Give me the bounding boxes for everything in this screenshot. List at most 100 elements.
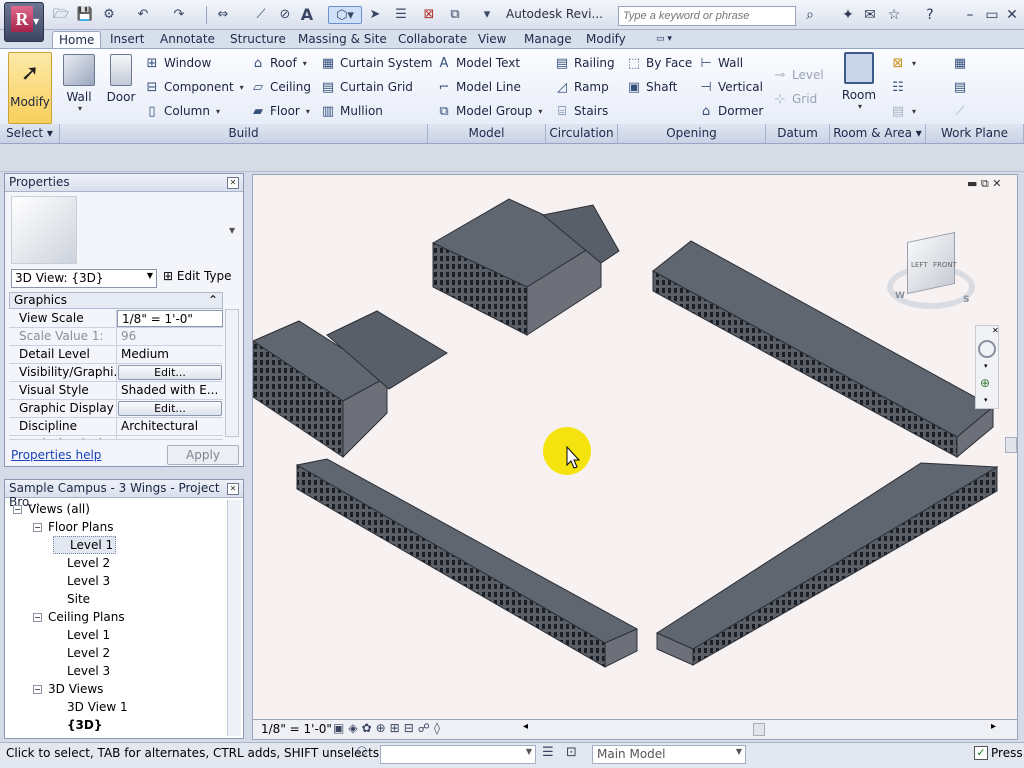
building-north[interactable]	[431, 198, 620, 336]
minimize-icon[interactable]: –	[960, 5, 980, 25]
window-button[interactable]: ⊞ Window	[144, 52, 212, 74]
collapse-toggle-icon[interactable]: −	[33, 522, 42, 532]
workset-select[interactable]: ▼	[380, 745, 536, 764]
model-text-button[interactable]: A Model Text	[436, 52, 521, 74]
wall-button[interactable]: Wall ▾	[62, 54, 96, 113]
design-options-icon[interactable]: ☰	[542, 745, 554, 760]
building-southeast-wing[interactable]	[655, 462, 999, 666]
thin-lines-icon[interactable]: ☰	[392, 6, 410, 24]
3d-view-canvas[interactable]: ▬ ⧉ ✕ LEFT FRONT W S ✕ ▾ ⊕ ▾	[252, 174, 1018, 720]
model-line-button[interactable]: ⌐ Model Line	[436, 76, 521, 98]
browser-node[interactable]: − Views (all)	[13, 500, 90, 518]
curtain-grid-button[interactable]: ▤ Curtain Grid	[320, 76, 413, 98]
sync-icon[interactable]: ⚙	[100, 6, 118, 24]
undo-icon[interactable]: ↶	[134, 6, 152, 24]
building-southwest-wing[interactable]	[295, 458, 639, 668]
close-hidden-windows-icon[interactable]: ⊠	[420, 6, 438, 24]
favorites-icon[interactable]: ☆	[884, 5, 904, 25]
press-drag-checkbox[interactable]: ✓	[974, 746, 988, 760]
communication-icon[interactable]: ✉	[860, 5, 880, 25]
application-menu-button[interactable]: R ▼	[4, 2, 44, 42]
browser-node[interactable]: −3D Views	[33, 680, 103, 698]
building-west[interactable]	[253, 310, 448, 459]
scrollbar[interactable]	[227, 500, 241, 736]
tab-massing-site[interactable]: Massing & Site	[292, 31, 393, 48]
tab-home[interactable]: Home	[52, 31, 102, 48]
chevron-down-icon[interactable]: ▾	[984, 362, 988, 370]
tab-collaborate[interactable]: Collaborate	[392, 31, 473, 48]
browser-node[interactable]: Level 3	[53, 572, 110, 590]
close-icon[interactable]: ✕	[1002, 5, 1022, 25]
tab-annotate[interactable]: Annotate	[154, 31, 221, 48]
search-input[interactable]	[618, 6, 796, 26]
collapse-toggle-icon[interactable]: −	[33, 684, 42, 694]
panel-select[interactable]: Select ▾	[0, 124, 60, 143]
browser-node[interactable]: {3D}	[53, 716, 102, 734]
level-button[interactable]: ⊸ Level	[772, 64, 824, 86]
scrollbar[interactable]	[225, 309, 239, 437]
floor-button[interactable]: ▰ Floor ▾	[250, 100, 310, 122]
viewcube-front-face[interactable]: FRONT	[933, 261, 957, 269]
door-button[interactable]: Door	[104, 54, 138, 104]
measure-icon[interactable]: ⟋	[252, 6, 270, 24]
redo-icon[interactable]: ↷	[170, 6, 188, 24]
area-button[interactable]: ☷	[890, 76, 906, 98]
help-icon[interactable]: ?	[920, 5, 940, 25]
vertical-button[interactable]: ⊣ Vertical	[698, 76, 763, 98]
steering-wheel-icon[interactable]	[978, 340, 996, 358]
set-work-plane-button[interactable]: ▦	[952, 52, 968, 74]
close-icon[interactable]: ✕	[227, 483, 239, 495]
viewer-button[interactable]: ⟋	[952, 100, 968, 122]
tab-modify[interactable]: Modify	[580, 31, 632, 48]
dormer-button[interactable]: ⌂ Dormer	[698, 100, 763, 122]
group-graphics[interactable]: Graphics ⌃	[9, 292, 223, 309]
browser-node[interactable]: Level 1	[53, 626, 110, 644]
view-control-icons[interactable]: ▣◈✿⊕⊞⊟☍◊	[333, 721, 444, 735]
editable-only-icon[interactable]: ⊡	[566, 745, 577, 760]
view-scale-label[interactable]: 1/8" = 1'-0"	[261, 722, 332, 736]
discipline-field[interactable]: Architectural	[117, 418, 223, 435]
area-tag-button[interactable]: ▤ ▾	[890, 100, 916, 122]
browser-node[interactable]: − Ceiling Plans	[33, 608, 125, 626]
close-icon[interactable]: ✕	[227, 177, 239, 189]
graphic-display-edit-button[interactable]: Edit...	[118, 401, 222, 416]
align-icon[interactable]: ⇔	[214, 6, 232, 24]
component-button[interactable]: ⊟ Component ▾	[144, 76, 244, 98]
customize-qat-icon[interactable]: ▾	[478, 6, 496, 24]
maximize-icon[interactable]: ▭	[982, 5, 1002, 25]
mullion-button[interactable]: ▥ Mullion	[320, 100, 383, 122]
properties-help-link[interactable]: Properties help	[11, 448, 101, 462]
collapse-toggle-icon[interactable]: −	[13, 504, 22, 514]
scroll-right-icon[interactable]: ▸	[991, 721, 996, 732]
worksets-icon[interactable]: ⚇	[356, 745, 368, 760]
tab-view[interactable]: View	[472, 31, 512, 48]
scroll-left-icon[interactable]: ◂	[523, 721, 528, 732]
room-button[interactable]: Room ▾	[838, 52, 880, 111]
roof-button[interactable]: ⌂ Roof ▾	[250, 52, 307, 74]
show-work-plane-button[interactable]: ▤	[952, 76, 968, 98]
binoculars-icon[interactable]: ⌕	[800, 5, 820, 25]
browser-node[interactable]: 3D View 1	[53, 698, 128, 716]
stairs-button[interactable]: ⌸ Stairs	[554, 100, 608, 122]
text-icon[interactable]: A	[298, 6, 316, 24]
chevron-down-icon[interactable]: ▼	[229, 226, 235, 235]
column-button[interactable]: ▯ Column ▾	[144, 100, 220, 122]
browser-node[interactable]: Site	[53, 590, 90, 608]
ceiling-button[interactable]: ▱ Ceiling	[250, 76, 311, 98]
subscription-icon[interactable]: ✦	[838, 5, 858, 25]
visibility-edit-button[interactable]: Edit...	[118, 365, 222, 380]
viewcube[interactable]: LEFT FRONT W S	[887, 231, 977, 315]
browser-node[interactable]: Level 3	[53, 662, 110, 680]
design-option-select[interactable]: Main Model ▼	[592, 745, 746, 764]
close-icon[interactable]: ✕	[992, 326, 999, 335]
browser-node[interactable]: Level 2	[53, 644, 110, 662]
collapse-toggle-icon[interactable]: −	[33, 612, 42, 622]
detail-level-field[interactable]: Medium	[117, 346, 223, 363]
minimize-ribbon-icon[interactable]: ▭ ▾	[650, 31, 678, 48]
browser-node[interactable]: Level 2	[53, 554, 110, 572]
switch-windows-icon[interactable]: ⧉	[446, 6, 464, 24]
room-tag-button[interactable]: ⊠ ▾	[890, 52, 916, 74]
type-selector[interactable]: 3D View: {3D} ▼	[11, 269, 157, 288]
viewcube-left-face[interactable]: LEFT	[911, 261, 928, 269]
curtain-system-button[interactable]: ▦ Curtain System	[320, 52, 433, 74]
